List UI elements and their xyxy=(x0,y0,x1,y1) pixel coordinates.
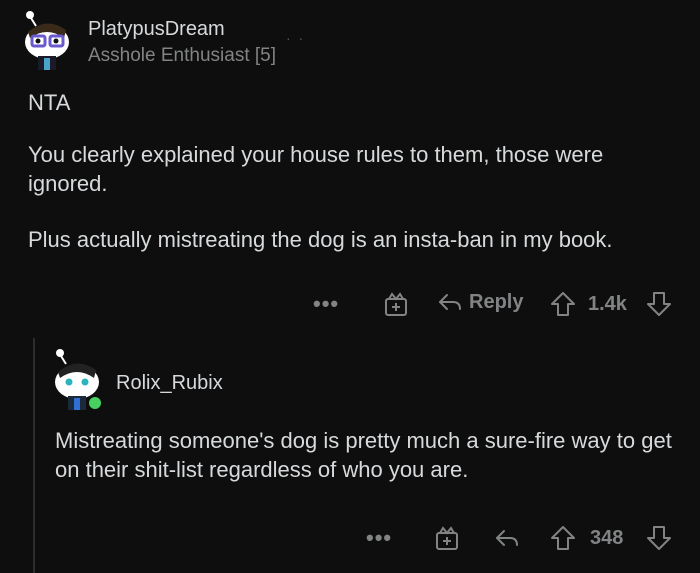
comment-1-action-bar: ••• Reply 1.4k xyxy=(0,289,700,319)
comment-1-username[interactable]: PlatypusDream xyxy=(88,18,225,41)
comment-2-action-bar: ••• 348 xyxy=(0,523,700,553)
avatar-platypusdream[interactable] xyxy=(18,8,76,70)
ellipsis-decoration: · · xyxy=(286,30,306,46)
upvote-arrow-icon xyxy=(551,292,575,316)
reply-button[interactable]: Reply xyxy=(437,289,523,315)
upvote-arrow-icon xyxy=(551,526,575,550)
comment-1-flair: Asshole Enthusiast [5] xyxy=(88,45,276,66)
downvote-arrow-icon xyxy=(647,292,671,316)
downvote-button[interactable] xyxy=(646,525,672,551)
upvote-button[interactable] xyxy=(550,525,576,551)
comment-2-score: 348 xyxy=(590,527,624,549)
award-icon[interactable] xyxy=(383,291,409,317)
award-icon[interactable] xyxy=(434,525,460,551)
reply-icon xyxy=(496,530,518,546)
more-options-button[interactable]: ••• xyxy=(313,291,339,317)
comment-2-username[interactable]: Rolix_Rubix xyxy=(116,372,223,395)
comment-1-score: 1.4k xyxy=(588,293,627,315)
comment-1-paragraph-2: You clearly explained your house rules t… xyxy=(28,142,604,196)
reply-button[interactable] xyxy=(494,525,520,551)
upvote-button[interactable] xyxy=(550,291,576,317)
comment-2-paragraph-1: Mistreating someone's dog is pretty much… xyxy=(55,428,672,482)
downvote-button[interactable] xyxy=(646,291,672,317)
reply-icon xyxy=(439,294,461,310)
comment-1-paragraph-1: NTA xyxy=(28,90,71,115)
reply-label: Reply xyxy=(469,290,524,313)
comment-1-paragraph-3: Plus actually mistreating the dog is an … xyxy=(28,227,613,252)
avatar-rolix-rubix[interactable] xyxy=(48,346,106,412)
more-options-button[interactable]: ••• xyxy=(366,525,392,551)
downvote-arrow-icon xyxy=(647,526,671,550)
